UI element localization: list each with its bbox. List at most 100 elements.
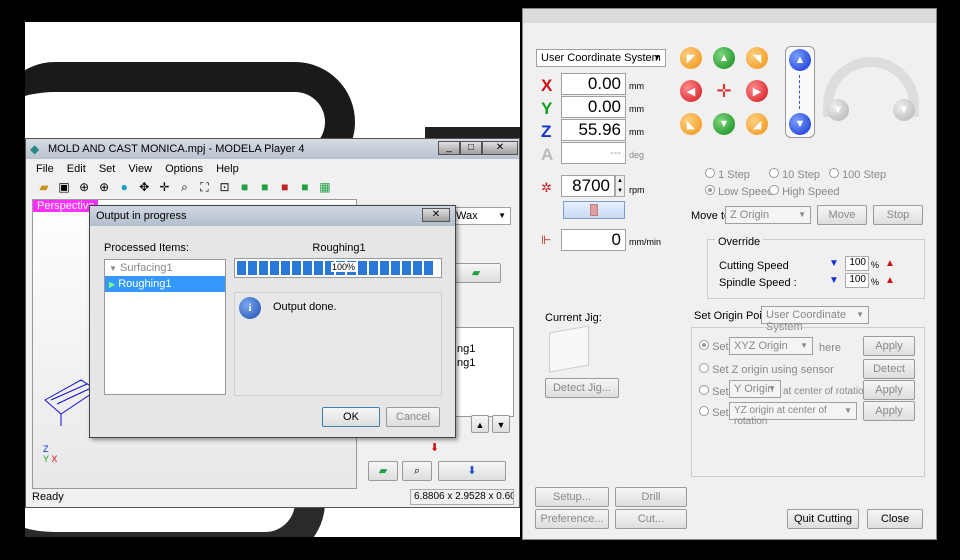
apply-y-button[interactable]: Apply xyxy=(863,380,915,400)
pan-icon[interactable]: ✛ xyxy=(156,179,172,195)
process-item[interactable]: ng1 xyxy=(447,328,513,355)
stop-button[interactable]: Stop xyxy=(873,205,923,225)
move-to-select[interactable]: Z Origin ▼ xyxy=(725,206,811,224)
open-icon[interactable]: ▰ xyxy=(36,179,52,195)
close-window-button[interactable]: ✕ xyxy=(482,141,518,155)
zoom-box-icon[interactable]: ⊡ xyxy=(217,179,233,195)
minimize-button[interactable]: _ xyxy=(438,141,460,155)
radio-icon xyxy=(829,168,839,178)
maximize-button[interactable]: □ xyxy=(460,141,482,155)
model-button[interactable]: ▰ xyxy=(451,263,501,283)
cancel-button[interactable]: Cancel xyxy=(386,407,440,427)
feed-unit: mm/min xyxy=(629,237,661,247)
high-speed-option[interactable]: High Speed xyxy=(769,185,840,198)
jog-xminus-yminus-button[interactable]: ◣ xyxy=(680,113,702,135)
y-origin-select[interactable]: Y Origin ▼ xyxy=(729,380,781,398)
menu-view[interactable]: View xyxy=(128,163,152,175)
preview-button[interactable]: ⌕ xyxy=(402,461,432,481)
detect-jig-button[interactable]: Detect Jig... xyxy=(545,378,619,398)
target-icon[interactable]: ⊕ xyxy=(76,179,92,195)
coordinate-system-select[interactable]: User Coordinate System ▼ xyxy=(536,49,666,67)
chevron-down-icon: ▼ xyxy=(800,341,808,350)
set-origin-select[interactable]: User Coordinate System ▼ xyxy=(761,306,869,333)
jog-xminus-yplus-button[interactable]: ◤ xyxy=(680,47,702,69)
menu-file[interactable]: File xyxy=(36,163,54,175)
vpanel-title-bar xyxy=(523,9,936,23)
jog-xplus-yplus-button[interactable]: ◥ xyxy=(746,47,768,69)
low-speed-option[interactable]: Low Speed xyxy=(705,185,773,198)
box-icon[interactable]: ■ xyxy=(237,179,253,195)
rotate-cw-button[interactable]: ▼ xyxy=(893,99,915,121)
yz-origin-select[interactable]: YZ origin at center of rotation ▼ xyxy=(729,402,857,427)
move-button[interactable]: Move xyxy=(817,205,867,225)
progress-percent: 100% xyxy=(331,262,357,272)
jog-xminus-button[interactable]: ◀ xyxy=(680,80,702,102)
preference-button[interactable]: Preference... xyxy=(535,509,609,529)
rotate-ccw-button[interactable]: ▼ xyxy=(827,99,849,121)
jog-zminus-button[interactable]: ▼ xyxy=(789,113,811,135)
cut-button[interactable]: Cut... xyxy=(615,509,687,529)
box-down-icon[interactable]: ■ xyxy=(257,179,273,195)
apply-yz-button[interactable]: Apply xyxy=(863,401,915,421)
jog-xplus-yminus-button[interactable]: ◢ xyxy=(746,113,768,135)
jog-xplus-button[interactable]: ▶ xyxy=(746,80,768,102)
jog-yplus-button[interactable]: ▲ xyxy=(713,47,735,69)
box-flip-icon[interactable]: ■ xyxy=(297,179,313,195)
spindle-speed-down-button[interactable]: ▼ xyxy=(829,275,839,286)
menu-options[interactable]: Options xyxy=(165,163,203,175)
menu-edit[interactable]: Edit xyxy=(67,163,86,175)
move-up-button[interactable]: ▲ xyxy=(471,415,489,433)
menu-set[interactable]: Set xyxy=(99,163,116,175)
set-yz-rotation-option[interactable]: Set xyxy=(699,406,729,419)
dialog-title: Output in progress xyxy=(96,210,187,222)
zoom-icon[interactable]: ⌕ xyxy=(176,179,192,195)
save-icon[interactable]: ▣ xyxy=(56,179,72,195)
ok-button[interactable]: OK xyxy=(322,407,380,427)
spindle-speed-up-button[interactable]: ▲ xyxy=(885,275,895,286)
apply-xyz-button[interactable]: Apply xyxy=(863,336,915,356)
jog-yminus-button[interactable]: ▼ xyxy=(713,113,735,135)
quit-cutting-button[interactable]: Quit Cutting xyxy=(787,509,859,529)
output-button[interactable]: ⬇ xyxy=(438,461,506,481)
step-100-option[interactable]: 100 Step xyxy=(829,168,886,181)
list-item[interactable]: ▼ Surfacing1 xyxy=(105,260,225,276)
rpm-spinner[interactable]: ▲ ▼ xyxy=(615,175,625,197)
material-select[interactable]: Wax ▼ xyxy=(451,207,511,225)
setup-button[interactable]: Setup... xyxy=(535,487,609,507)
radio-icon xyxy=(699,340,709,350)
list-item[interactable]: ▶ Roughing1 xyxy=(105,276,225,292)
jog-zplus-button[interactable]: ▲ xyxy=(789,49,811,71)
sphere-icon[interactable]: ● xyxy=(116,179,132,195)
override-title: Override xyxy=(715,236,764,248)
move-icon[interactable]: ✥ xyxy=(136,179,152,195)
xyz-origin-select[interactable]: XYZ Origin ▼ xyxy=(729,337,813,355)
a-unit: deg xyxy=(629,150,645,160)
cutting-speed-up-button[interactable]: ▲ xyxy=(885,258,895,269)
process-item[interactable]: ng1 xyxy=(447,355,513,369)
spindle-speed-label: Spindle Speed : xyxy=(719,277,797,289)
process-list[interactable]: ng1 ng1 xyxy=(446,327,514,417)
cut-view-button[interactable]: ▰ xyxy=(368,461,398,481)
set-y-rotation-option[interactable]: Set xyxy=(699,385,729,398)
globe-icon[interactable]: ⊕ xyxy=(96,179,112,195)
zoom-fit-icon[interactable]: ⛶ xyxy=(197,179,213,195)
dialog-close-button[interactable]: ✕ xyxy=(422,208,450,222)
set-z-sensor-option[interactable]: Set Z origin using sensor xyxy=(699,363,834,376)
step-1-option[interactable]: 1 Step xyxy=(705,168,750,181)
step-10-option[interactable]: 10 Step xyxy=(769,168,820,181)
spindle-toggle-button[interactable] xyxy=(563,201,625,219)
coordinate-system-value: User Coordinate System xyxy=(541,52,661,64)
set-xyz-option[interactable]: Set xyxy=(699,340,729,353)
processed-items-list[interactable]: ▼ Surfacing1 ▶ Roughing1 xyxy=(104,259,226,395)
a-value: --- xyxy=(561,142,626,164)
cutting-speed-down-button[interactable]: ▼ xyxy=(829,258,839,269)
box-rotate-icon[interactable]: ■ xyxy=(277,179,293,195)
move-down-button[interactable]: ▼ xyxy=(492,415,510,433)
drill-workpiece-button[interactable]: Drill Workpiece... xyxy=(615,487,687,521)
detect-button[interactable]: Detect xyxy=(863,359,915,379)
menu-help[interactable]: Help xyxy=(216,163,239,175)
status-dimensions: 6.8806 x 2.9528 x 0.604 xyxy=(410,489,514,505)
grid-icon[interactable]: ▦ xyxy=(317,179,333,195)
chevron-down-icon: ▼ xyxy=(844,406,852,415)
close-button[interactable]: Close xyxy=(867,509,923,529)
